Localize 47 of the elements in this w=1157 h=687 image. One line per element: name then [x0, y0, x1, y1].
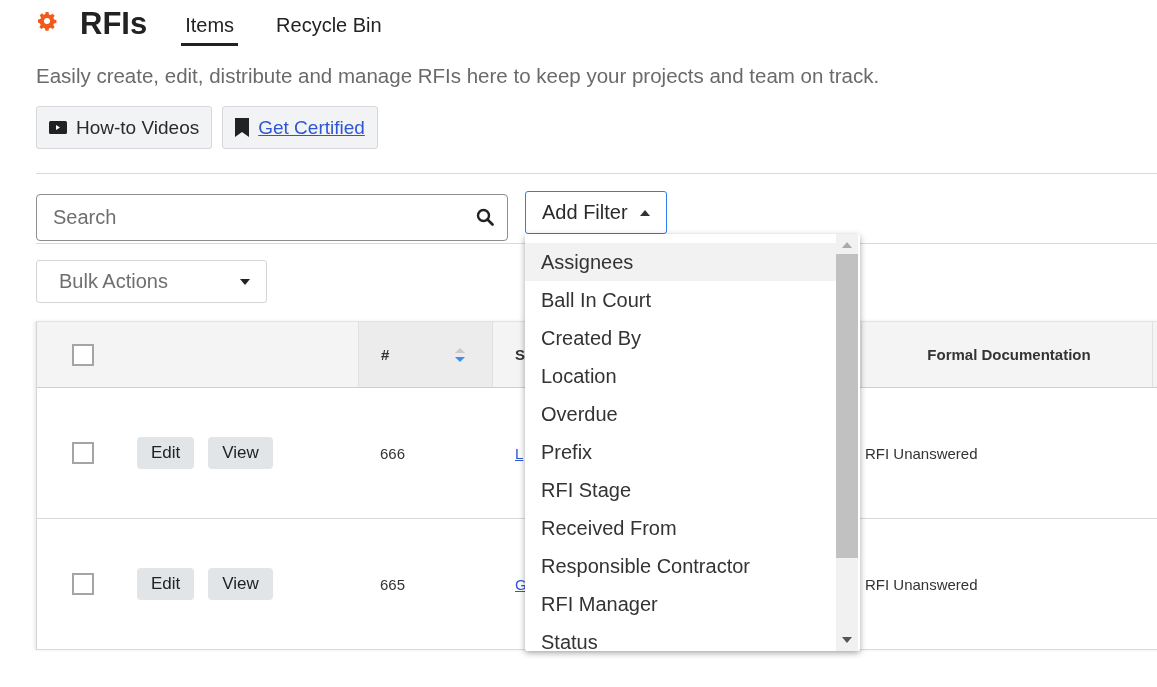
scroll-down-icon	[842, 637, 852, 643]
gear-icon	[37, 11, 57, 31]
filter-option[interactable]: Overdue	[525, 395, 836, 433]
filter-option[interactable]: Status	[525, 623, 836, 651]
header-cell[interactable]: #	[358, 322, 493, 387]
row-checkbox[interactable]	[72, 573, 94, 595]
scrollbar[interactable]	[836, 234, 858, 651]
search-field[interactable]: Search	[36, 194, 508, 241]
row-action-button[interactable]: View	[208, 437, 273, 469]
row-action-button[interactable]: Edit	[137, 437, 195, 469]
scrollbar-thumb[interactable]	[836, 254, 858, 558]
column-header: S	[515, 346, 525, 363]
filter-option[interactable]: RFI Stage	[525, 471, 836, 509]
row-checkbox[interactable]	[72, 442, 94, 464]
videos-button[interactable]: How-to Videos	[36, 106, 213, 149]
caret-icon	[639, 209, 650, 216]
tab[interactable]: Items	[181, 8, 239, 46]
tab[interactable]: Recycle Bin	[272, 8, 386, 46]
filter-option[interactable]: Assignees	[525, 243, 836, 281]
sort-icon[interactable]	[454, 345, 466, 364]
table-cell: RFI Unanswered	[865, 444, 978, 462]
filter-option[interactable]: Responsible Contractor	[525, 547, 836, 585]
caret-icon	[240, 278, 250, 285]
page-description: Easily create, edit, distribute and manage RFIs here to keep your projects and team on track.	[36, 64, 881, 88]
add-filter-button[interactable]: Add Filter	[525, 191, 667, 234]
filter-option[interactable]: Prefix	[525, 433, 836, 471]
scroll-up-icon	[842, 242, 852, 248]
row-action-button[interactable]: Edit	[137, 568, 195, 600]
video-icon	[49, 121, 67, 134]
select-all-checkbox[interactable]	[72, 343, 94, 366]
table-cell: RFI Unanswered	[865, 575, 978, 593]
bulk-actions-dropdown[interactable]: Bulk Actions	[36, 260, 267, 303]
subject-link[interactable]: L	[515, 444, 524, 462]
table-cell: 666	[380, 444, 406, 462]
table-cell: 665	[380, 575, 406, 593]
certified-link-button[interactable]: Get Certified	[222, 106, 378, 149]
row-action-button[interactable]: View	[208, 568, 273, 600]
filter-option[interactable]: Received From	[525, 509, 836, 547]
column-header: #	[381, 346, 390, 363]
filter-option[interactable]: RFI Manager	[525, 585, 836, 623]
search-icon	[476, 208, 494, 226]
filter-option[interactable]: Created By	[525, 319, 836, 357]
bookmark-icon	[235, 118, 250, 137]
page-title: RFIs	[80, 6, 148, 42]
column-header: Formal Documentation	[927, 346, 1091, 363]
filter-option[interactable]: Location	[525, 357, 836, 395]
filter-option[interactable]: Ball In Court	[525, 281, 836, 319]
